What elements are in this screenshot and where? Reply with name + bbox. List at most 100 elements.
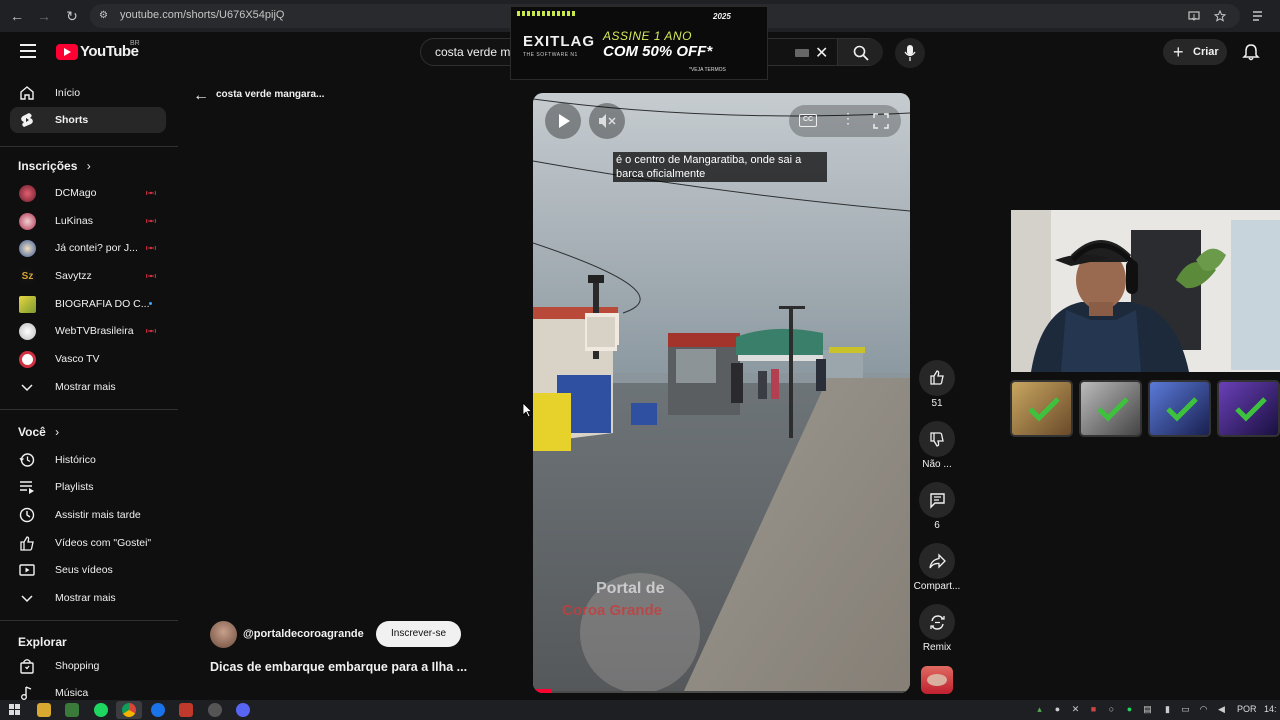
- comments-button[interactable]: [919, 482, 955, 518]
- back-nav-icon[interactable]: ←: [7, 6, 27, 26]
- share-label: Compart...: [913, 581, 961, 592]
- share-arrow-icon: [929, 553, 946, 569]
- reading-list-icon[interactable]: [1252, 10, 1266, 22]
- dislike-button[interactable]: [919, 421, 955, 457]
- tray-icon[interactable]: ○: [1106, 704, 1117, 715]
- exitlag-ad-banner[interactable]: 2025 EXITLAG THE SOFTWARE N1 ASSINE 1 AN…: [510, 6, 768, 80]
- chevron-right-icon: ›: [86, 159, 91, 173]
- volume-icon[interactable]: ◀: [1216, 704, 1227, 715]
- you-heading[interactable]: Você ›: [18, 425, 59, 439]
- notifications-bell-icon[interactable]: [1242, 43, 1260, 61]
- chrome-icon: [122, 703, 136, 717]
- live-indicator-icon: [146, 218, 156, 224]
- sidebar-item-label: Assistir mais tarde: [55, 509, 141, 521]
- sidebar-item-subscription[interactable]: LuKinas: [10, 208, 166, 234]
- sidebar-item-subscription[interactable]: BIOGRAFIA DO C...: [10, 291, 166, 317]
- file-explorer-icon[interactable]: [37, 703, 51, 717]
- sidebar-item-watch-later[interactable]: Assistir mais tarde: [10, 502, 166, 528]
- sidebar-item-shopping[interactable]: Shopping: [10, 653, 166, 679]
- create-button[interactable]: + Criar: [1163, 39, 1227, 65]
- clock[interactable]: 14:: [1264, 704, 1277, 714]
- ad-brand-subtitle: THE SOFTWARE N1: [523, 52, 578, 58]
- subscribe-button[interactable]: Inscrever-se: [376, 621, 461, 647]
- sidebar-item-shorts[interactable]: Shorts: [10, 107, 166, 133]
- sidebar-item-subscription[interactable]: WebTVBrasileira: [10, 318, 166, 344]
- forward-nav-icon[interactable]: →: [34, 6, 54, 26]
- network-icon[interactable]: ▭: [1180, 704, 1191, 715]
- bookmark-star-icon[interactable]: [1214, 10, 1226, 22]
- more-options-icon[interactable]: ⋮: [841, 111, 855, 125]
- app-icon[interactable]: [208, 703, 222, 717]
- ad-headline: ASSINE 1 ANO: [603, 29, 692, 43]
- site-info-icon[interactable]: ⚙: [99, 10, 111, 22]
- remix-button[interactable]: [919, 604, 955, 640]
- thumbs-up-icon: [20, 536, 34, 551]
- sidebar-item-home[interactable]: Início: [10, 80, 166, 106]
- tray-icon[interactable]: ■: [1088, 704, 1099, 715]
- spotify-icon[interactable]: [94, 703, 108, 717]
- subscriptions-heading[interactable]: Inscrições ›: [18, 159, 91, 173]
- wifi-icon[interactable]: ◠: [1198, 704, 1209, 715]
- sidebar-item-subscription[interactable]: Vasco TV: [10, 346, 166, 372]
- plus-icon: +: [1173, 42, 1184, 62]
- menu-icon[interactable]: [20, 44, 36, 58]
- keyboard-icon[interactable]: [795, 49, 809, 57]
- app-icon[interactable]: [151, 703, 165, 717]
- show-more-label: Mostrar mais: [55, 381, 116, 393]
- back-arrow-icon[interactable]: ←: [193, 87, 209, 105]
- app-icon[interactable]: [65, 703, 79, 717]
- tray-icon[interactable]: ▤: [1142, 704, 1153, 715]
- video-caption: é o centro de Mangaratiba, onde sai a ba…: [613, 152, 827, 182]
- channel-avatar[interactable]: [210, 621, 237, 648]
- sidebar-show-more-you[interactable]: Mostrar mais: [10, 585, 166, 611]
- sidebar-show-more-subscriptions[interactable]: Mostrar mais: [10, 374, 166, 400]
- channel-name[interactable]: @portaldecoroagrande: [243, 628, 364, 640]
- your-videos-icon: [19, 564, 35, 576]
- shopping-bag-icon: [20, 659, 34, 674]
- app-icon[interactable]: [179, 703, 193, 717]
- live-indicator-icon: [146, 273, 156, 279]
- mute-button[interactable]: [589, 103, 625, 139]
- voice-search-button[interactable]: [895, 38, 925, 68]
- new-content-dot: [149, 302, 152, 305]
- tray-icon[interactable]: ✕: [1070, 704, 1081, 715]
- checkmark-icon: [1166, 397, 1198, 422]
- chrome-taskbar-button[interactable]: [116, 701, 142, 719]
- sidebar-item-your-videos[interactable]: Seus vídeos: [10, 557, 166, 583]
- search-button[interactable]: [837, 39, 883, 65]
- sidebar-item-history[interactable]: Histórico: [10, 447, 166, 473]
- sidebar-item-subscription[interactable]: Já contei? por J...: [10, 235, 166, 261]
- sound-thumbnail[interactable]: [921, 666, 953, 694]
- clear-search-icon[interactable]: ✕: [815, 43, 828, 63]
- sidebar-item-playlists[interactable]: Playlists: [10, 474, 166, 500]
- history-icon: [19, 453, 35, 467]
- sidebar-item-label: Início: [55, 87, 81, 99]
- tray-icon[interactable]: ▴: [1034, 704, 1045, 715]
- channel-avatar: [19, 213, 36, 230]
- tray-icon[interactable]: ●: [1052, 704, 1063, 715]
- share-button[interactable]: [919, 543, 955, 579]
- sidebar-item-subscription[interactable]: Sz Savytzz: [10, 263, 166, 289]
- subscription-label: WebTVBrasileira: [55, 325, 134, 337]
- sidebar-item-liked-videos[interactable]: Vídeos com "Gostei": [10, 530, 166, 556]
- tray-icon[interactable]: ●: [1124, 704, 1135, 715]
- windows-start-icon[interactable]: [8, 703, 22, 717]
- windows-taskbar: ▴ ● ✕ ■ ○ ● ▤ ▮ ▭ ◠ ◀ POR 14:: [0, 700, 1280, 720]
- input-language[interactable]: POR: [1237, 704, 1257, 714]
- like-button[interactable]: [919, 360, 955, 396]
- sidebar-item-subscription[interactable]: DCMago: [10, 180, 166, 206]
- video-title[interactable]: Dicas de embarque embarque para a Ilha .…: [210, 660, 467, 674]
- play-button[interactable]: [545, 103, 581, 139]
- shorts-back-title[interactable]: costa verde mangara...: [216, 89, 324, 100]
- captions-button[interactable]: CC: [799, 114, 817, 127]
- channel-avatar: [19, 185, 36, 202]
- battery-icon[interactable]: ▮: [1162, 704, 1173, 715]
- show-more-label: Mostrar mais: [55, 592, 116, 604]
- achievement-badge: [1148, 380, 1211, 437]
- fullscreen-icon[interactable]: [873, 113, 889, 129]
- reload-icon[interactable]: ↻: [62, 6, 82, 26]
- streamer-webcam: [1011, 210, 1280, 372]
- discord-icon[interactable]: [236, 703, 250, 717]
- video-progress-bar[interactable]: [533, 689, 552, 693]
- install-icon[interactable]: [1188, 10, 1200, 22]
